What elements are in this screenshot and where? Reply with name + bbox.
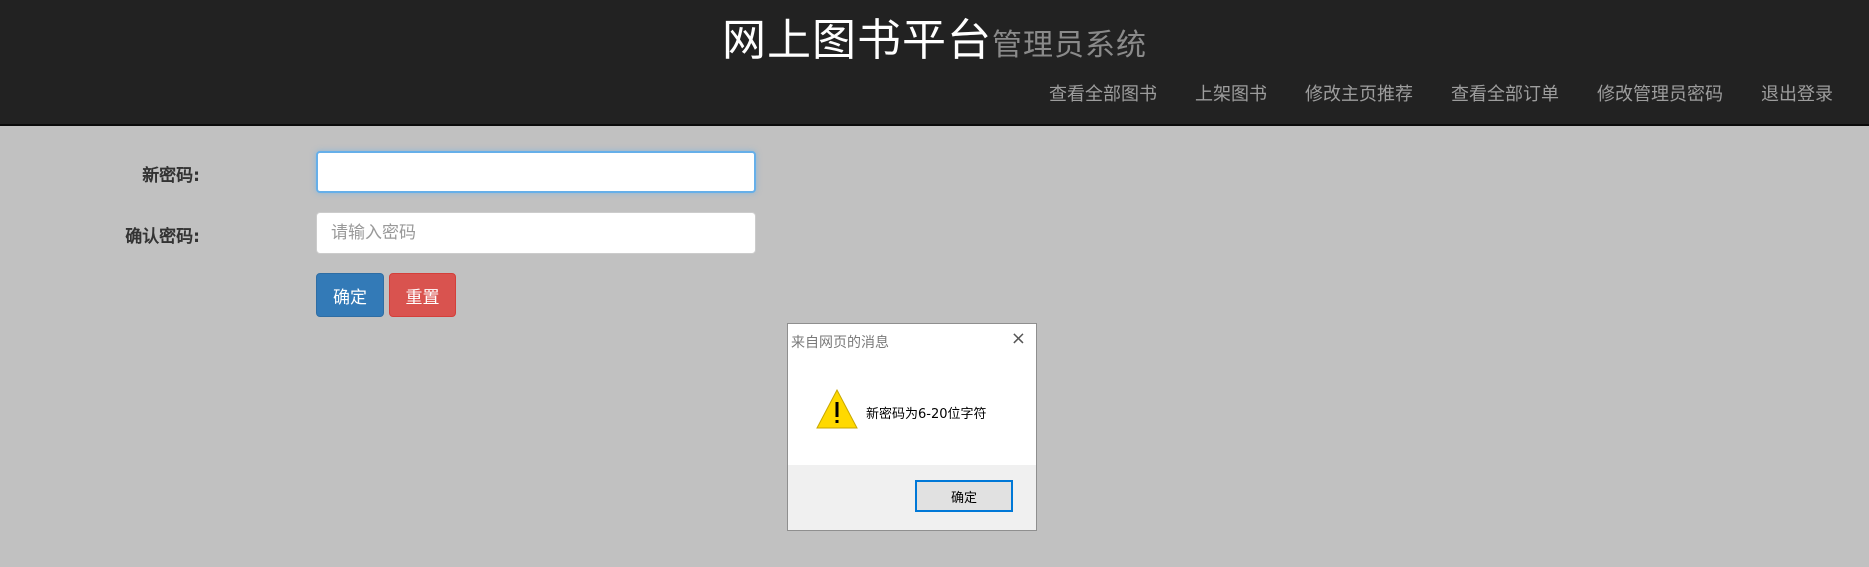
brand[interactable]: 网上图书平台管理员系统 [0, 4, 1869, 68]
nav-menu: 查看全部图书 上架图书 修改主页推荐 查看全部订单 修改管理员密码 退出登录 [1011, 80, 1833, 106]
nav-change-admin-password[interactable]: 修改管理员密码 [1559, 80, 1723, 106]
confirm-button[interactable]: 确定 [316, 273, 384, 317]
nav-edit-recommend[interactable]: 修改主页推荐 [1267, 80, 1413, 106]
nav-add-book[interactable]: 上架图书 [1157, 80, 1267, 106]
new-password-label: 新密码: [142, 166, 200, 186]
warning-icon [816, 388, 858, 433]
nav-logout[interactable]: 退出登录 [1723, 80, 1833, 106]
dialog-footer: 确定 [788, 465, 1036, 530]
page: 网上图书平台管理员系统 查看全部图书 上架图书 修改主页推荐 查看全部订单 修改… [0, 0, 1869, 567]
reset-button[interactable]: 重置 [389, 273, 456, 317]
site-title: 网上图书平台 [722, 15, 992, 66]
navbar: 网上图书平台管理员系统 查看全部图书 上架图书 修改主页推荐 查看全部订单 修改… [0, 0, 1869, 126]
dialog-message: 新密码为6-20位字符 [866, 407, 987, 422]
confirm-password-row: 确认密码: [0, 212, 800, 254]
dialog-ok-button[interactable]: 确定 [915, 480, 1013, 512]
site-subtitle: 管理员系统 [992, 28, 1147, 63]
alert-dialog: 来自网页的消息 × 新密码为6-20位字符 确定 [787, 323, 1037, 531]
dialog-title: 来自网页的消息 [791, 335, 889, 351]
new-password-row: 新密码: [0, 151, 800, 193]
nav-view-all-orders[interactable]: 查看全部订单 [1413, 80, 1559, 106]
nav-view-all-books[interactable]: 查看全部图书 [1011, 80, 1157, 106]
confirm-password-input[interactable] [316, 212, 756, 254]
new-password-input[interactable] [316, 151, 756, 193]
close-icon[interactable]: × [1011, 330, 1026, 348]
confirm-password-label: 确认密码: [125, 227, 200, 247]
